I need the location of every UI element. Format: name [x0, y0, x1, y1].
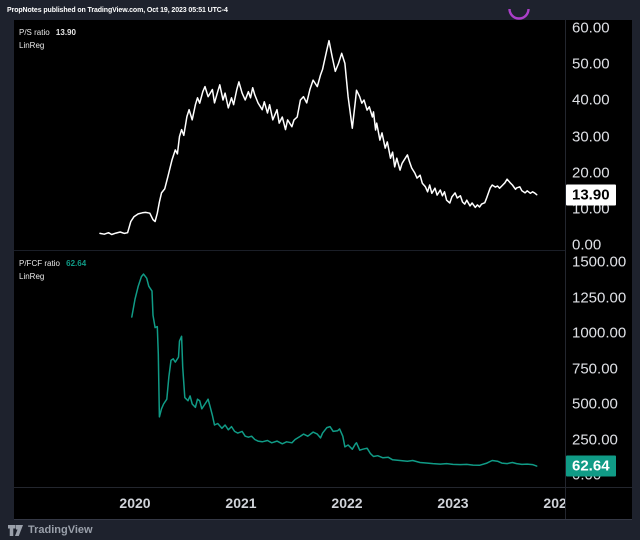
ps-linreg-label: LinReg: [19, 39, 76, 52]
chart-widget[interactable]: P/S ratio 13.90 LinReg P/FCF ratio 62.64…: [14, 20, 632, 520]
purple-half-circle-icon: [508, 9, 530, 20]
snapshot-footer: TradingView: [0, 520, 640, 540]
ps-ratio-label: P/S ratio: [19, 28, 50, 37]
pfcf-ratio-line: [132, 274, 537, 466]
pfcf-linreg-label: LinReg: [19, 270, 86, 283]
time-axis-label: 2020: [119, 495, 150, 511]
pane-divider: [14, 250, 632, 251]
time-axis-label: 2021: [225, 495, 256, 511]
snapshot-header: PropNotes published on TradingView.com, …: [0, 0, 640, 20]
last-value-badge-pfcf: 62.64: [566, 456, 616, 477]
price-axis[interactable]: 13.90 62.64 60.0050.0040.0030.0020.0010.…: [565, 20, 632, 519]
price-tick-label: 0.00: [572, 237, 601, 254]
price-tick-label: 1250.00: [572, 289, 626, 306]
tradingview-tv-logo-icon[interactable]: [8, 525, 23, 536]
pfcf-ratio-label: P/FCF ratio: [19, 259, 60, 268]
price-tick-label: 20.00: [572, 164, 610, 181]
plot-area[interactable]: [14, 20, 565, 487]
legend-pfcf: P/FCF ratio 62.64 LinReg: [19, 257, 86, 283]
last-value-badge-ps: 13.90: [566, 184, 616, 205]
legend-ps: P/S ratio 13.90 LinReg: [19, 26, 76, 52]
time-axis-label: 2024: [543, 495, 565, 511]
time-axis-label: 2023: [437, 495, 468, 511]
price-tick-label: 1000.00: [572, 325, 626, 342]
ps-ratio-line: [100, 41, 537, 235]
ps-ratio-value: 13.90: [56, 28, 76, 37]
price-tick-label: 500.00: [572, 396, 618, 413]
tradingview-snapshot-page: { "header": { "attribution": "PropNotes …: [0, 0, 640, 540]
price-tick-label: 60.00: [572, 20, 610, 37]
tradingview-brand[interactable]: TradingView: [28, 524, 93, 536]
price-tick-label: 40.00: [572, 92, 610, 109]
price-tick-label: 750.00: [572, 360, 618, 377]
price-tick-label: 30.00: [572, 128, 610, 145]
time-axis[interactable]: 2020 2021 2022 2023 2024: [14, 488, 565, 519]
pfcf-ratio-value: 62.64: [66, 259, 86, 268]
snapshot-attribution: PropNotes published on TradingView.com, …: [7, 7, 228, 14]
price-tick-label: 250.00: [572, 431, 618, 448]
price-tick-label: 1500.00: [572, 254, 626, 271]
price-tick-label: 50.00: [572, 56, 610, 73]
time-axis-border: [14, 487, 632, 488]
time-axis-label: 2022: [331, 495, 362, 511]
